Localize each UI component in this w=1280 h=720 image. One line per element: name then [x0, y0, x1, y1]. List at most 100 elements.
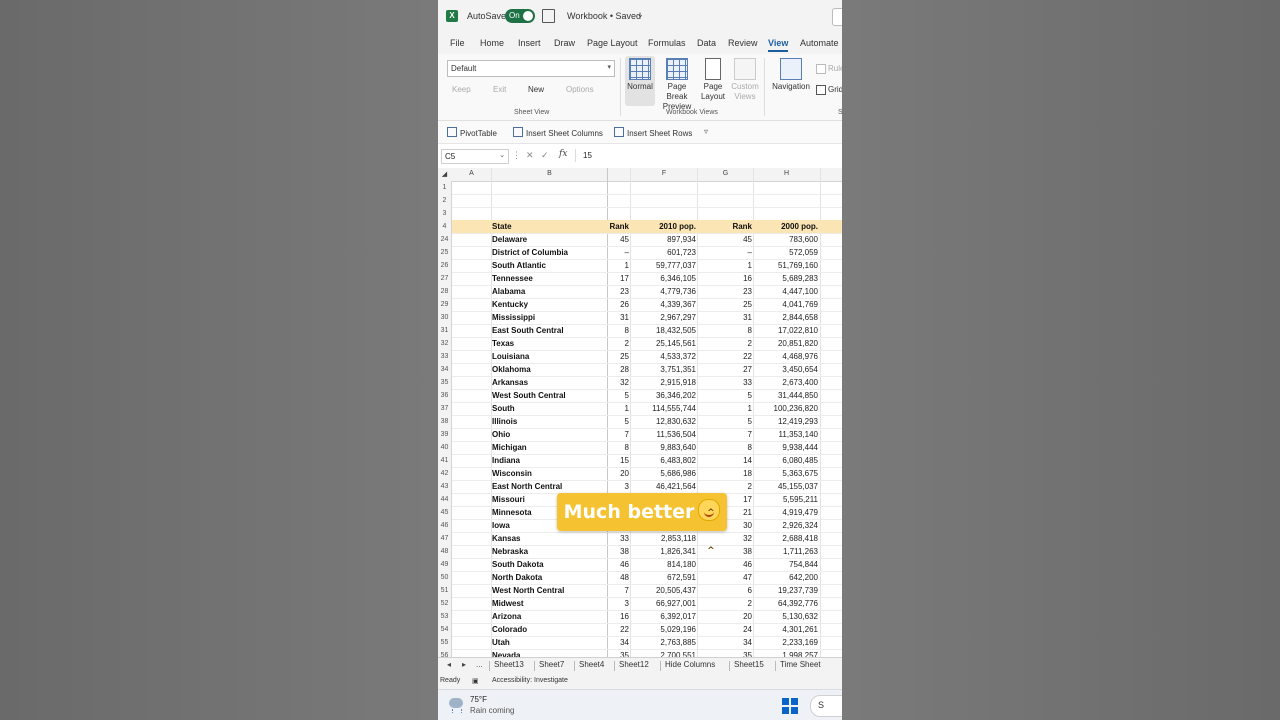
- cell-rank-2000[interactable]: 1: [698, 402, 752, 415]
- row-header[interactable]: 39: [438, 428, 452, 441]
- cell-pop-2000[interactable]: 4,301,261: [754, 623, 818, 636]
- cell-rank-2000[interactable]: 8: [698, 441, 752, 454]
- cell-pop-2000[interactable]: 5,689,283: [754, 272, 818, 285]
- row-header[interactable]: 2: [438, 194, 452, 207]
- cell-pop-2010[interactable]: 36,346,202: [631, 389, 696, 402]
- cell-pop-2010[interactable]: 9,883,640: [631, 441, 696, 454]
- save-icon[interactable]: [542, 9, 555, 23]
- cell-rank-2010[interactable]: 5: [608, 415, 629, 428]
- tab-data[interactable]: Data: [697, 38, 716, 48]
- cell-rank-2000[interactable]: 2: [698, 480, 752, 493]
- cell-rank-2010[interactable]: 15: [608, 454, 629, 467]
- row-header[interactable]: 49: [438, 558, 452, 571]
- row-header[interactable]: 45: [438, 506, 452, 519]
- row-header[interactable]: 51: [438, 584, 452, 597]
- cell-pop-2000[interactable]: 2,233,169: [754, 636, 818, 649]
- cell-pop-2000[interactable]: 4,041,769: [754, 298, 818, 311]
- cell-rank-2000[interactable]: 35: [698, 649, 752, 657]
- cell-state[interactable]: Utah: [492, 636, 606, 649]
- cell-rank-2000[interactable]: 2: [698, 337, 752, 350]
- cell-pop-2010[interactable]: 601,723: [631, 246, 696, 259]
- cell-pop-2000[interactable]: 19,237,739: [754, 584, 818, 597]
- cell-pop-2010[interactable]: 59,777,037: [631, 259, 696, 272]
- row-header[interactable]: 42: [438, 467, 452, 480]
- row-header[interactable]: 4: [438, 220, 452, 233]
- cell-pop-2010[interactable]: 6,483,802: [631, 454, 696, 467]
- row-header[interactable]: 40: [438, 441, 452, 454]
- cell-pop-2000[interactable]: 754,844: [754, 558, 818, 571]
- cell-pop-2010[interactable]: 2,700,551: [631, 649, 696, 657]
- cell-rank-2010[interactable]: 2: [608, 337, 629, 350]
- cell-state[interactable]: Texas: [492, 337, 606, 350]
- sheet-tab-hide-columns[interactable]: Hide Columns: [665, 660, 715, 669]
- row-header[interactable]: 48: [438, 545, 452, 558]
- cell-pop-2010[interactable]: 4,533,372: [631, 350, 696, 363]
- cell-rank-2000[interactable]: 5: [698, 415, 752, 428]
- tab-automate[interactable]: Automate: [800, 38, 839, 48]
- cell-rank-2000[interactable]: 14: [698, 454, 752, 467]
- cell-state[interactable]: South Dakota: [492, 558, 606, 571]
- cell-rank-2010[interactable]: –: [608, 246, 629, 259]
- tab-view[interactable]: View: [768, 38, 789, 52]
- row-header[interactable]: 38: [438, 415, 452, 428]
- cell-pop-2000[interactable]: 2,688,418: [754, 532, 818, 545]
- cell-pop-2000[interactable]: 45,155,037: [754, 480, 818, 493]
- formula-input[interactable]: 15: [575, 149, 840, 162]
- cell-pop-2010[interactable]: 4,779,736: [631, 285, 696, 298]
- gridlines-checkbox[interactable]: [816, 85, 826, 95]
- keep-button[interactable]: Keep: [452, 85, 471, 94]
- enter-icon[interactable]: ✓: [541, 150, 549, 161]
- cell-state[interactable]: Michigan: [492, 441, 606, 454]
- cell-pop-2000[interactable]: 1,711,263: [754, 545, 818, 558]
- windows-start-icon[interactable]: [782, 698, 798, 714]
- cell-pop-2000[interactable]: 2,673,400: [754, 376, 818, 389]
- row-header[interactable]: 24: [438, 233, 452, 246]
- cell-pop-2000[interactable]: 12,419,293: [754, 415, 818, 428]
- cell-rank-2000[interactable]: 22: [698, 350, 752, 363]
- cell-pop-2000[interactable]: 20,851,820: [754, 337, 818, 350]
- cell-state[interactable]: North Dakota: [492, 571, 606, 584]
- tab-home[interactable]: Home: [480, 38, 504, 48]
- tab-page-layout[interactable]: Page Layout: [587, 38, 638, 48]
- pivottable-button[interactable]: PivotTable: [447, 127, 497, 138]
- cancel-icon[interactable]: ✕: [526, 150, 534, 161]
- cell-pop-2010[interactable]: 897,934: [631, 233, 696, 246]
- sheet-tab-sheet13[interactable]: Sheet13: [494, 660, 524, 669]
- row-header[interactable]: 27: [438, 272, 452, 285]
- cell-rank-2010[interactable]: 46: [608, 558, 629, 571]
- cell-pop-2000[interactable]: 572,059: [754, 246, 818, 259]
- tab-insert[interactable]: Insert: [518, 38, 541, 48]
- cell-rank-2000[interactable]: 31: [698, 311, 752, 324]
- row-header[interactable]: 29: [438, 298, 452, 311]
- sheet-tab-sheet12[interactable]: Sheet12: [619, 660, 649, 669]
- custom-views-button[interactable]: Custom Views: [729, 56, 761, 102]
- cell-state[interactable]: Alabama: [492, 285, 606, 298]
- cell-pop-2010[interactable]: 1,826,341: [631, 545, 696, 558]
- page-break-preview-button[interactable]: Page Break Preview: [657, 56, 697, 112]
- chevron-down-icon[interactable]: ⌄: [637, 10, 644, 19]
- cell-pop-2010[interactable]: 6,346,105: [631, 272, 696, 285]
- cell-pop-2000[interactable]: 17,022,810: [754, 324, 818, 337]
- cell-pop-2000[interactable]: 783,600: [754, 233, 818, 246]
- cell-pop-2000[interactable]: 3,450,654: [754, 363, 818, 376]
- next-sheet-icon[interactable]: ▸: [462, 660, 466, 669]
- cell-rank-2010[interactable]: 3: [608, 480, 629, 493]
- worksheet-grid[interactable]: ◢ A B F G H 1 2 3 4 State Rank 2010 pop. Rank 20…: [438, 168, 842, 657]
- cell-pop-2010[interactable]: 3,751,351: [631, 363, 696, 376]
- name-box[interactable]: C5 ⌄: [441, 149, 509, 164]
- cell-rank-2010[interactable]: 7: [608, 428, 629, 441]
- cell-state[interactable]: Delaware: [492, 233, 606, 246]
- row-header[interactable]: 37: [438, 402, 452, 415]
- cell-state[interactable]: East North Central: [492, 480, 606, 493]
- row-header[interactable]: 33: [438, 350, 452, 363]
- cell-pop-2000[interactable]: 4,919,479: [754, 506, 818, 519]
- cell-state[interactable]: Mississippi: [492, 311, 606, 324]
- workbook-name[interactable]: Workbook • Saved: [567, 11, 641, 21]
- header-rank-2010[interactable]: Rank: [608, 220, 629, 233]
- weather-temp[interactable]: 75°F: [470, 695, 487, 704]
- cell-rank-2010[interactable]: 8: [608, 324, 629, 337]
- search-box[interactable]: [832, 8, 842, 26]
- cell-pop-2000[interactable]: 1,998,257: [754, 649, 818, 657]
- cell-state[interactable]: Ohio: [492, 428, 606, 441]
- autosave-toggle[interactable]: On: [505, 9, 535, 23]
